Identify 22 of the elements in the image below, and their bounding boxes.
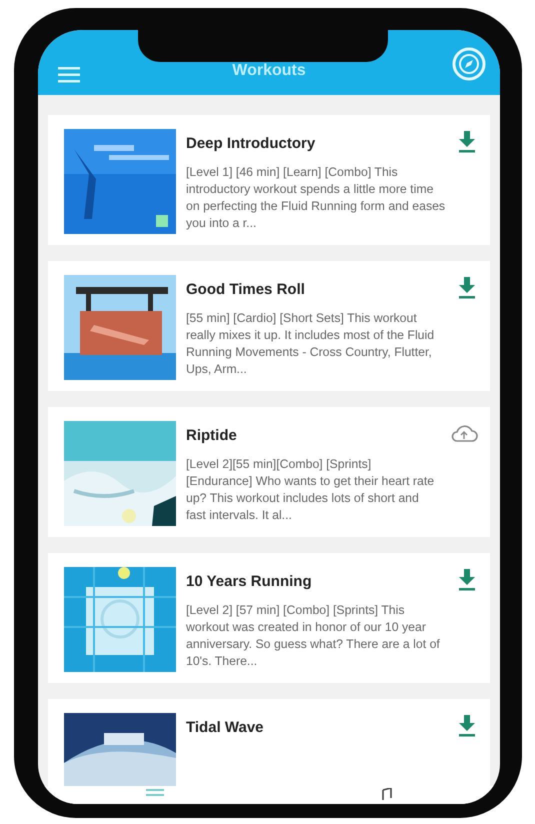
workout-title: 10 Years Running — [186, 572, 313, 592]
screen-title: Workouts — [232, 61, 306, 81]
compass-icon[interactable] — [452, 47, 486, 81]
workout-card[interactable]: Riptide [Level 2][55 min][Combo] [Sprints] [Endurance] Who wants to get their heart rate up? This workout includes lots of short and fast intervals. It al... — [48, 407, 490, 537]
workout-description: [55 min] [Cardio] [Short Sets] This workout really mixes it up. It includes most of the Fluid Running Movements - Cross Country, Flutter, Ups, Arm... — [186, 310, 436, 378]
download-icon[interactable] — [456, 567, 478, 591]
download-icon[interactable] — [456, 713, 478, 737]
workout-card[interactable]: Deep Introductory [Level 1] [46 min] [Learn] [Combo] This introductory workout spends a little more time on perfecting the Fluid Running form and eases you into a r... — [48, 115, 490, 245]
workout-description: [Level 1] [46 min] [Learn] [Combo] This introductory workout spends a little more time on perfecting the Fluid Running form and eases you into a r... — [186, 164, 446, 232]
download-icon[interactable] — [456, 129, 478, 153]
workout-card[interactable]: Good Times Roll [55 min] [Cardio] [Short Sets] This workout really mixes it up. It includes most of the Fluid Running Movements - Cross Country, Flutter, Ups, Arm... — [48, 261, 490, 391]
cloud-icon[interactable] — [450, 422, 478, 443]
workout-title: Good Times Roll — [186, 280, 306, 300]
workout-title: Riptide — [186, 426, 238, 446]
download-icon[interactable] — [456, 275, 478, 299]
workout-card[interactable]: Tidal Wave — [48, 699, 490, 786]
workout-description: [Level 2][55 min][Combo] [Sprints] [Endurance] Who wants to get their heart rate up? This workout includes lots of short and fast intervals. It al... — [186, 456, 436, 524]
workout-card[interactable]: 10 Years Running [Level 2] [57 min] [Combo] [Sprints] This workout was created in honor of our 10 year anniversary. So guess what? There are a lot of 10's. There... — [48, 553, 490, 683]
menu-icon[interactable] — [58, 67, 80, 83]
workout-title: Deep Introductory — [186, 134, 316, 154]
workout-description: [Level 2] [57 min] [Combo] [Sprints] This workout was created in honor of our 10 year anniversary. So guess what? There are a lot of 10's. There... — [186, 602, 441, 670]
workout-title: Tidal Wave — [186, 718, 265, 738]
